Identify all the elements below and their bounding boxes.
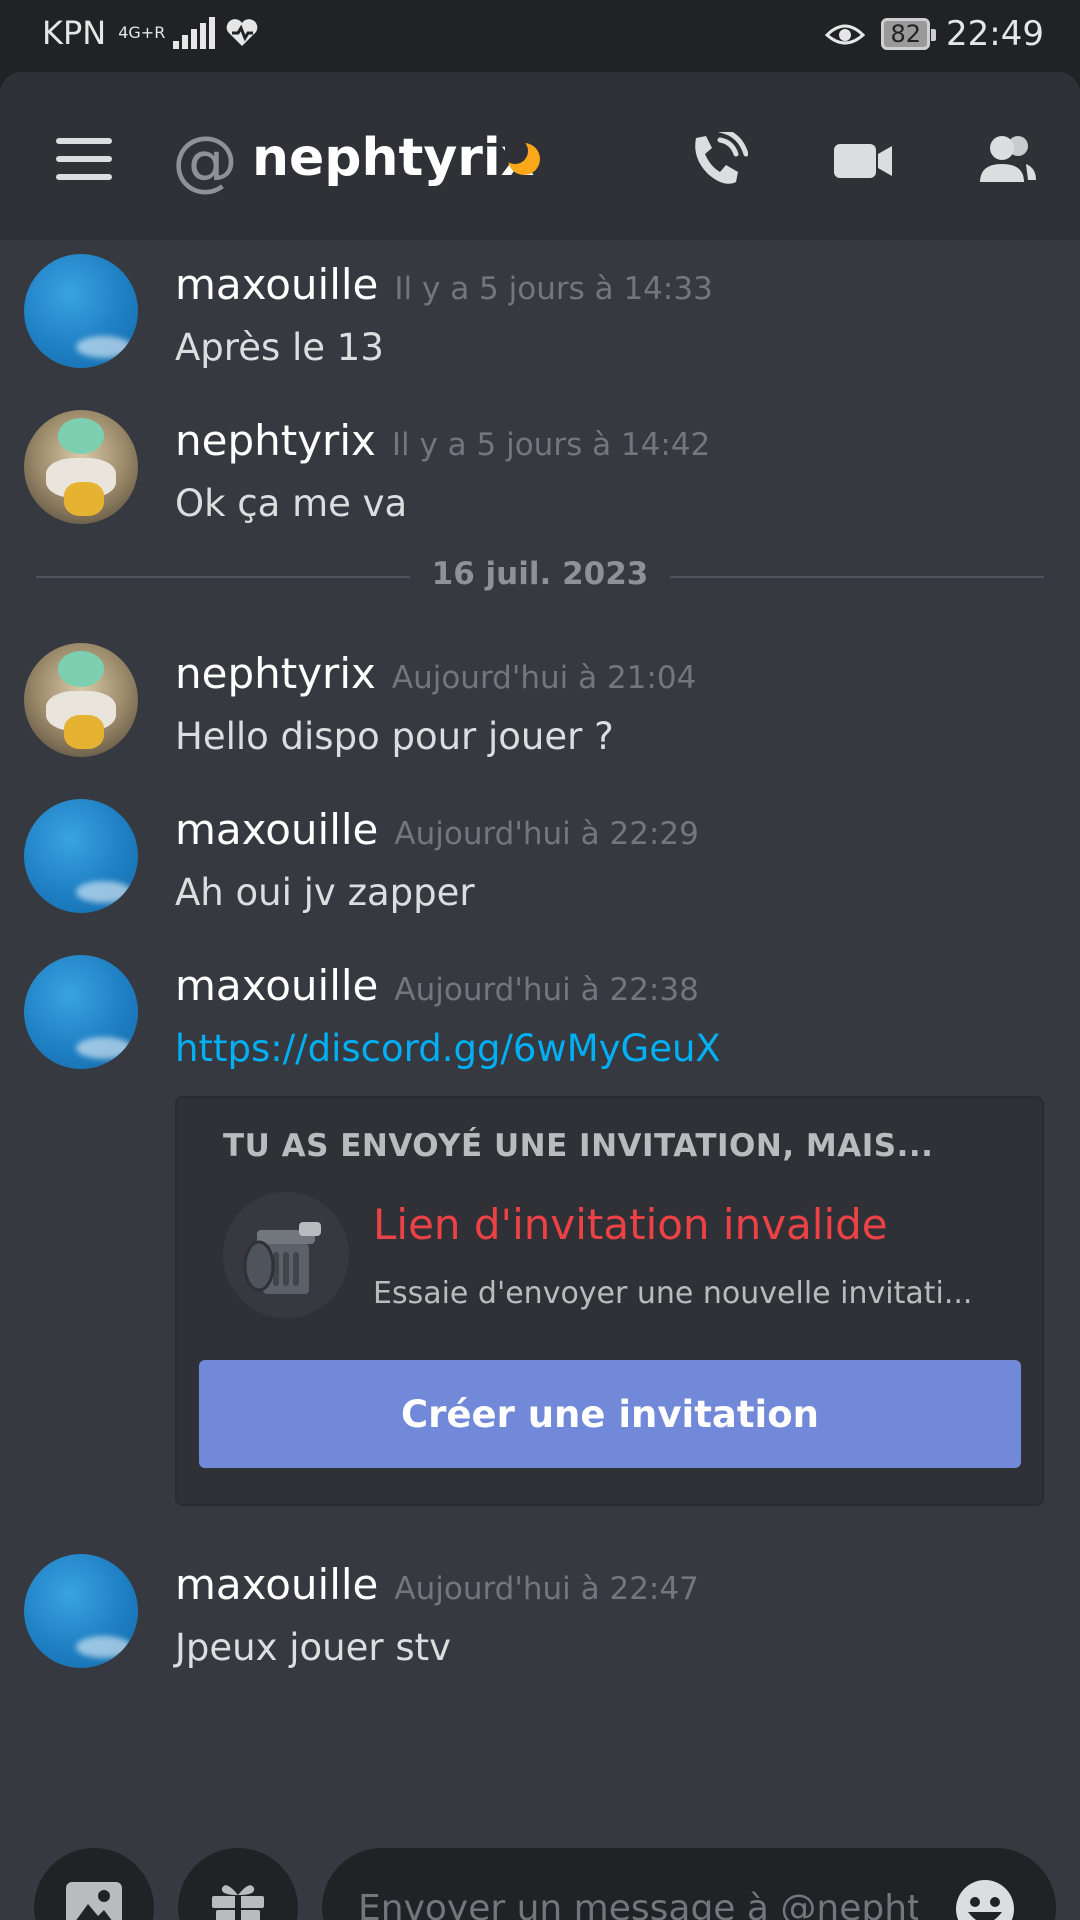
battery-indicator: 82 (881, 18, 936, 50)
carrier-label: KPN (42, 14, 107, 52)
avatar[interactable] (24, 1554, 138, 1668)
idle-moon-icon (505, 140, 540, 175)
message-timestamp: Aujourd'hui à 21:04 (391, 660, 697, 696)
network-type-label: 4G+R (118, 23, 166, 42)
gift-button[interactable] (178, 1848, 298, 1920)
message-timestamp: Il y a 5 jours à 14:42 (391, 427, 711, 463)
avatar[interactable] (24, 410, 138, 524)
message-content: Hello dispo pour jouer ? (175, 715, 614, 758)
author-name[interactable]: nephtyrix (175, 416, 376, 465)
author-name[interactable]: maxouille (175, 260, 378, 309)
invite-heading: TU AS ENVOYÉ UNE INVITATION, MAIS... (223, 1128, 934, 1164)
message-timestamp: Aujourd'hui à 22:47 (394, 1571, 699, 1607)
invite-embed: TU AS ENVOYÉ UNE INVITATION, MAIS... Lie… (175, 1096, 1044, 1506)
eye-icon (825, 24, 866, 45)
message-timestamp: Aujourd'hui à 22:38 (394, 972, 699, 1008)
message-author[interactable]: maxouille Aujourd'hui à 22:29 (175, 805, 699, 854)
message-author[interactable]: nephtyrix Aujourd'hui à 21:04 (175, 649, 696, 698)
message-content: Ok ça me va (175, 482, 408, 525)
message-content: Jpeux jouer stv (175, 1626, 452, 1669)
status-bar: KPN 4G+R 82 22:49 (0, 0, 1080, 72)
avatar[interactable] (24, 643, 138, 757)
message-timestamp: Aujourd'hui à 22:29 (394, 816, 699, 852)
member-list-icon[interactable] (976, 132, 1038, 188)
message-author[interactable]: nephtyrix Il y a 5 jours à 14:42 (175, 416, 710, 465)
avatar[interactable] (24, 955, 138, 1069)
voice-call-icon[interactable] (686, 132, 748, 188)
message-input-container[interactable] (322, 1848, 1056, 1920)
date-divider-label: 16 juil. 2023 (409, 556, 671, 592)
invite-error-title: Lien d'invitation invalide (373, 1200, 888, 1249)
attach-image-button[interactable] (34, 1848, 154, 1920)
invite-link[interactable]: https://discord.gg/6wMyGeuX (175, 1027, 721, 1070)
author-name[interactable]: maxouille (175, 805, 378, 854)
create-invite-button[interactable]: Créer une invitation (199, 1360, 1021, 1468)
date-divider: 16 juil. 2023 (36, 554, 1044, 598)
signal-icon (173, 17, 216, 49)
at-icon: @ (172, 122, 238, 199)
status-right: 82 22:49 (825, 14, 1044, 54)
message-input[interactable] (358, 1848, 918, 1920)
author-name[interactable]: maxouille (175, 961, 378, 1010)
clock: 22:49 (946, 14, 1044, 54)
image-icon (66, 1882, 122, 1920)
channel-header: @ nephtyrix (0, 72, 1080, 240)
avatar[interactable] (24, 254, 138, 368)
menu-icon[interactable] (56, 138, 112, 180)
author-name[interactable]: maxouille (175, 1560, 378, 1609)
message-author[interactable]: maxouille Il y a 5 jours à 14:33 (175, 260, 713, 309)
composer-bar (0, 1768, 1080, 1920)
invite-error-subtitle: Essaie d'envoyer une nouvelle invitati..… (373, 1276, 973, 1311)
emoji-icon[interactable] (954, 1878, 1016, 1920)
health-icon (227, 19, 258, 46)
message-author[interactable]: maxouille Aujourd'hui à 22:38 (175, 961, 699, 1010)
avatar[interactable] (24, 799, 138, 913)
chat-window: @ nephtyrix maxouille Il y a 5 jours à 14… (0, 72, 1080, 1920)
message-content: Ah oui jv zapper (175, 871, 475, 914)
status-left: KPN 4G+R (42, 14, 259, 52)
trash-can-icon (223, 1192, 349, 1318)
author-name[interactable]: nephtyrix (175, 649, 376, 698)
message-timestamp: Il y a 5 jours à 14:33 (394, 271, 713, 307)
dm-title[interactable]: nephtyrix (252, 128, 534, 188)
video-call-icon[interactable] (832, 132, 894, 188)
message-content: Après le 13 (175, 326, 384, 369)
message-author[interactable]: maxouille Aujourd'hui à 22:47 (175, 1560, 699, 1609)
gift-icon (212, 1885, 264, 1920)
